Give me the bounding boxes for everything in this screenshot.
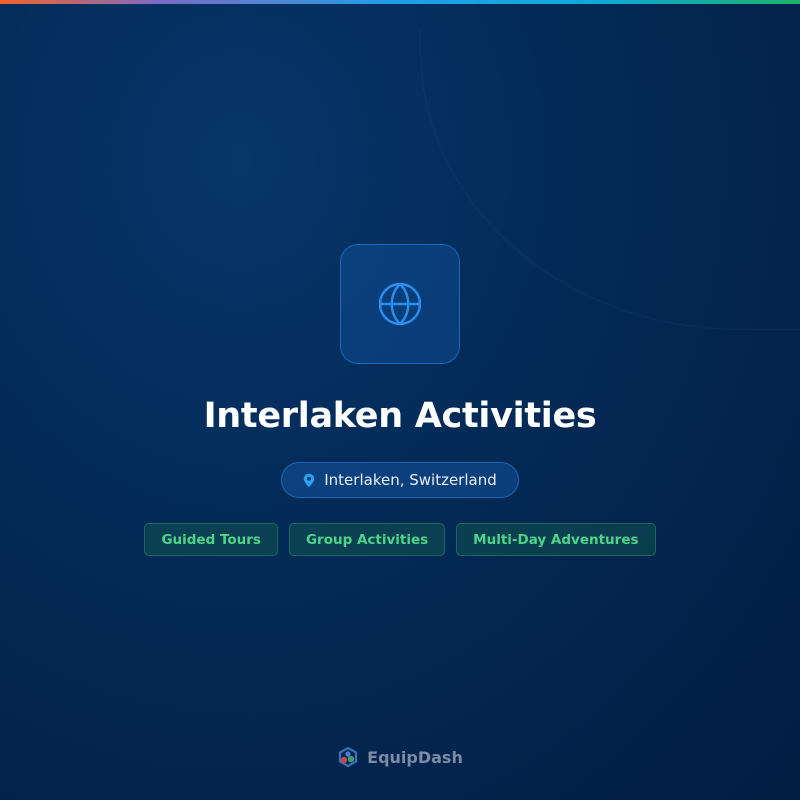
- location-label: Interlaken, Switzerland: [324, 471, 497, 489]
- brand-name: EquipDash: [367, 747, 463, 767]
- tag-multi-day-adventures: Multi-Day Adventures: [456, 523, 656, 556]
- tag-group-activities: Group Activities: [288, 523, 446, 556]
- location-badge: Interlaken, Switzerland: [281, 462, 519, 498]
- hero-icon-tile: [340, 244, 460, 364]
- globe-icon: [378, 282, 422, 326]
- map-pin-icon: [304, 473, 315, 487]
- top-accent-bar: [0, 0, 800, 4]
- brand-footer: EquipDash: [0, 746, 800, 768]
- background-decoration: [420, 30, 800, 330]
- activity-tags: Guided Tours Group Activities Multi-Day …: [0, 523, 800, 556]
- tag-guided-tours: Guided Tours: [144, 523, 278, 556]
- page-title: Interlaken Activities: [203, 396, 597, 436]
- equipdash-logo-icon: [339, 746, 358, 768]
